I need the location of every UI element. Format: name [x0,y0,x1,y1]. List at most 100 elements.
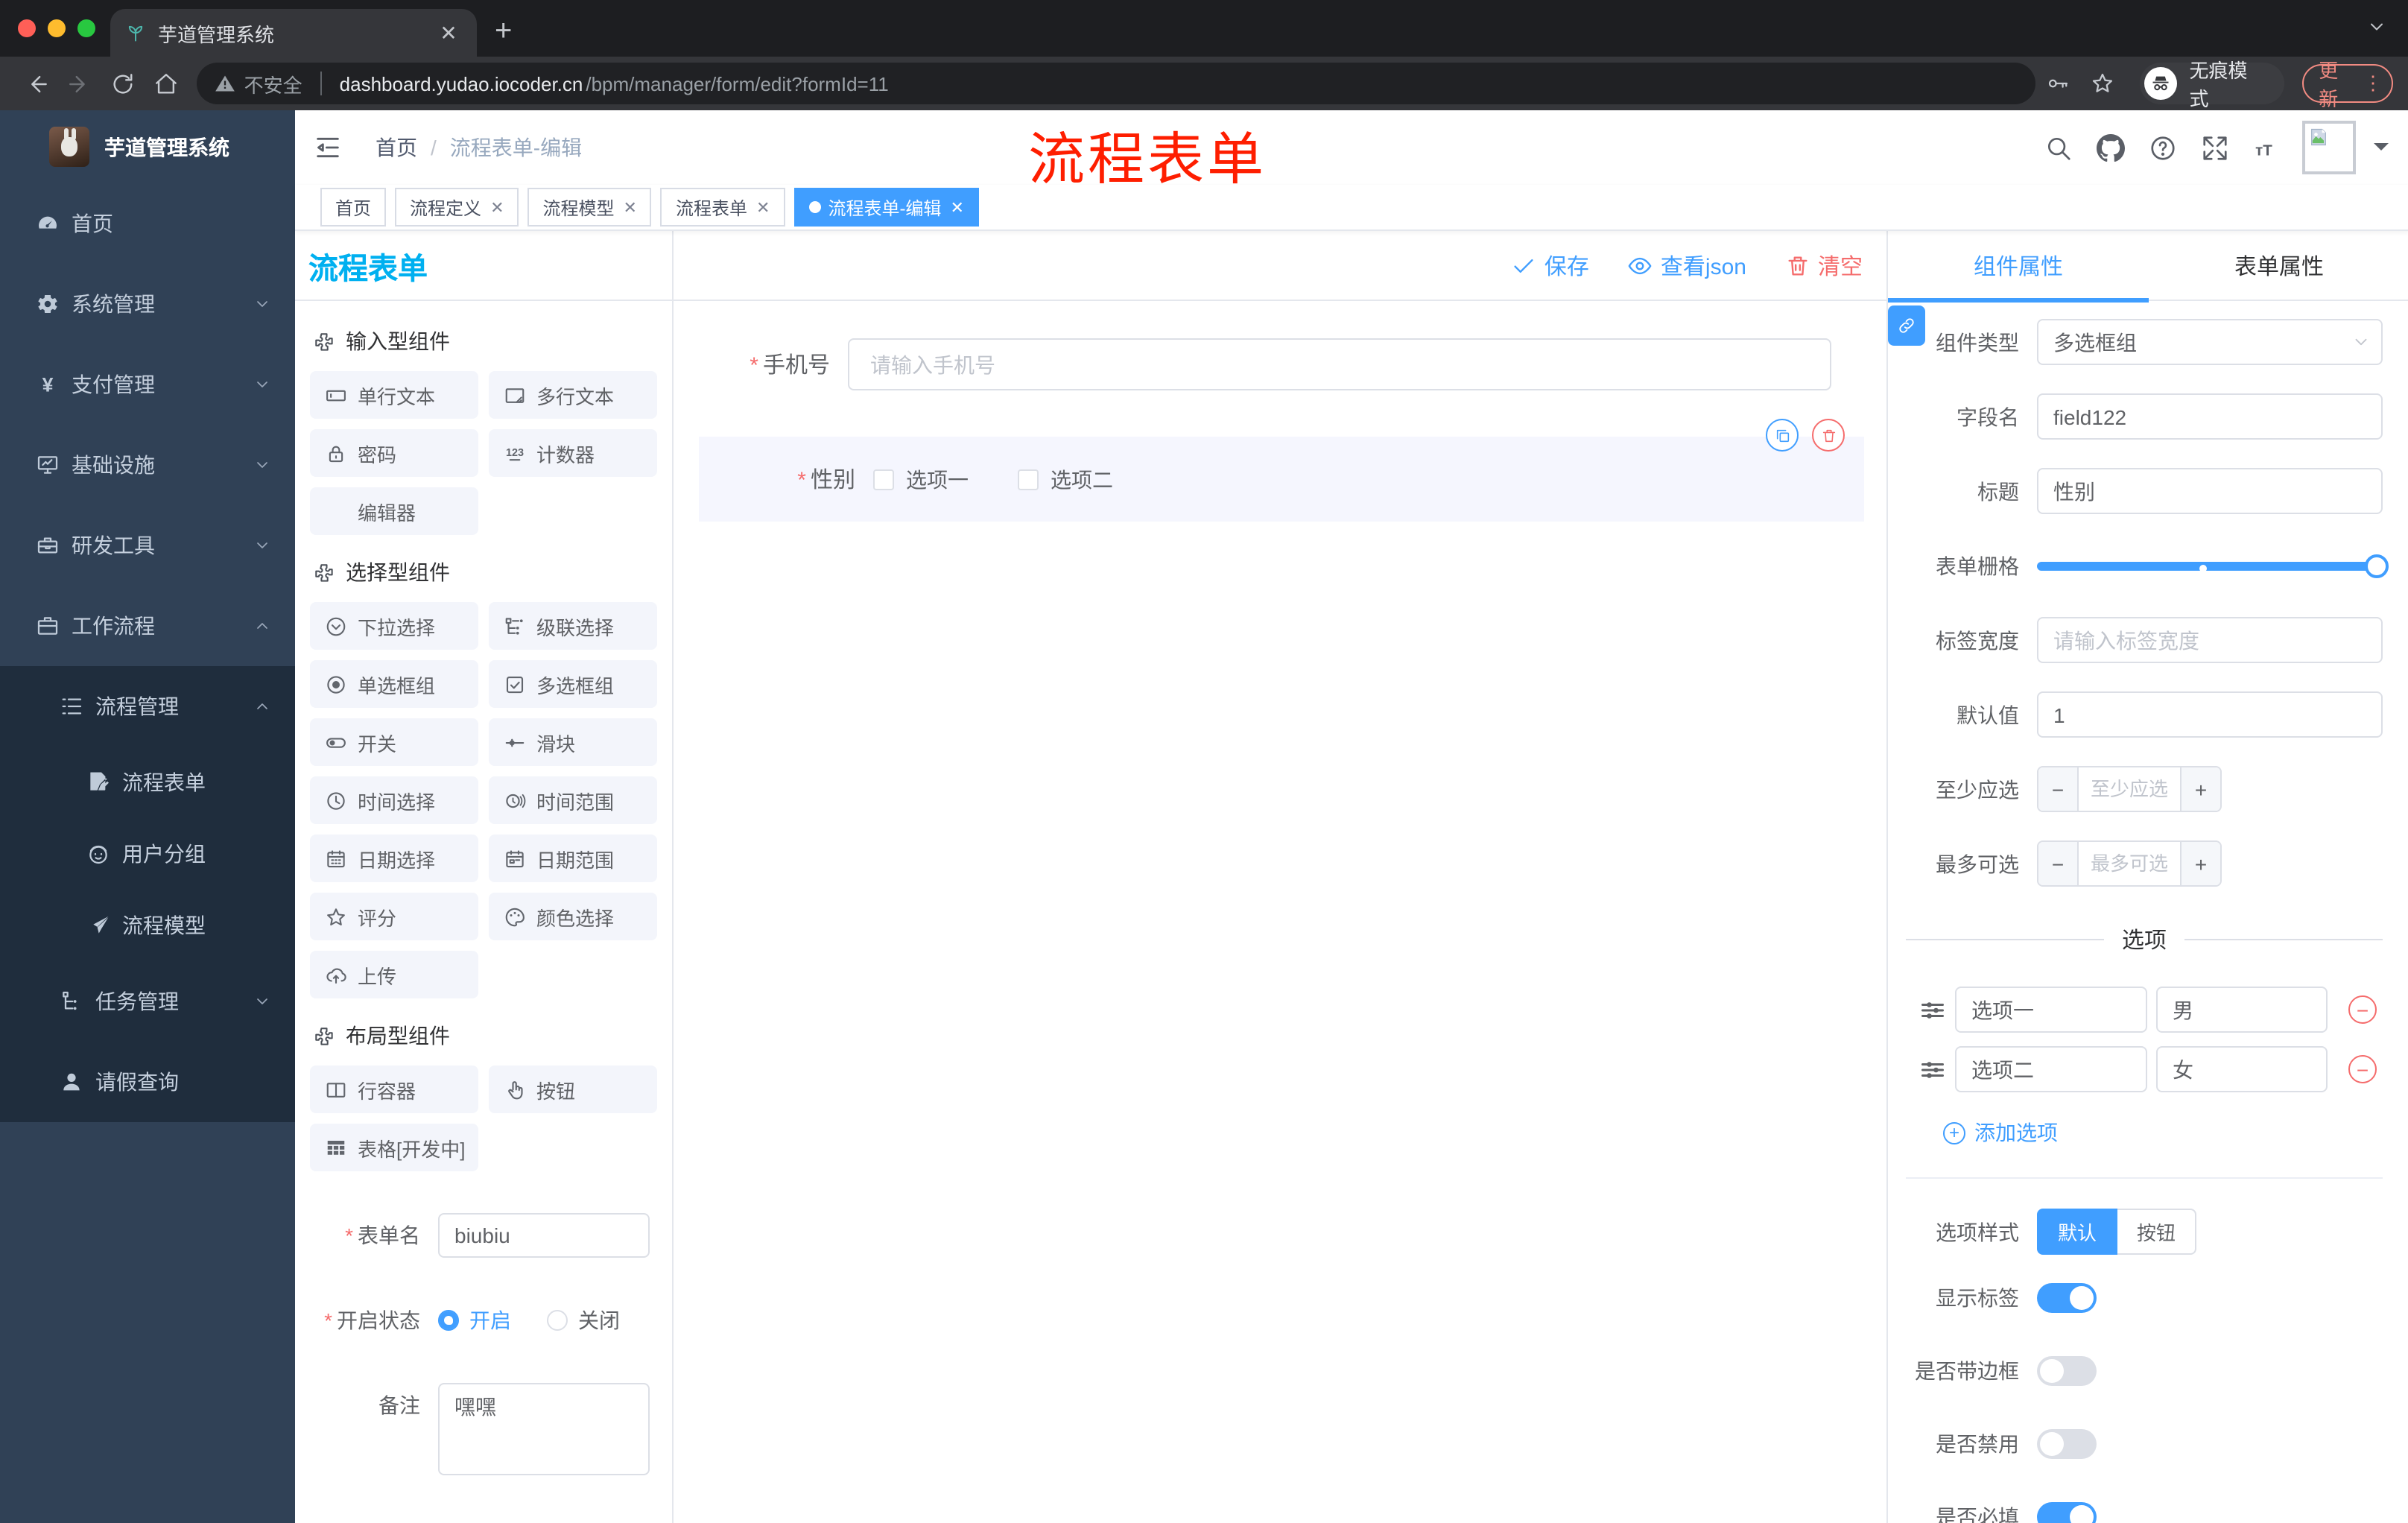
selected-gender-component[interactable]: 性别 选项一 选项二 [699,419,1864,522]
form-grid-slider[interactable] [2037,542,2389,589]
stepper-minus-button[interactable]: − [2038,767,2079,811]
component-pill[interactable]: 评分 [310,893,478,940]
sidebar-item-12[interactable]: 请假查询 [0,1042,295,1122]
home-icon[interactable] [153,71,179,96]
style-default-button[interactable]: 默认 [2037,1209,2117,1255]
back-icon[interactable] [24,71,49,96]
sidebar-item-11[interactable]: 任务管理 [0,961,295,1042]
component-pill[interactable]: 密码 [310,429,478,477]
option-name-input[interactable] [1955,1046,2147,1092]
stepper-plus-button[interactable]: + [2180,842,2220,885]
default-value-input[interactable] [2037,691,2383,738]
sidebar-item-5[interactable]: 研发工具 [0,505,295,586]
clear-button[interactable]: 清空 [1785,250,1863,281]
component-pill[interactable]: 单选框组 [310,660,478,708]
toggle-switch[interactable] [2037,1283,2097,1313]
tag-view-1[interactable]: 首页 [320,188,387,227]
component-pill[interactable]: 多行文本 [489,371,657,419]
chrome-update-button[interactable]: 更新 ⋮ [2302,60,2393,110]
font-size-icon[interactable]: тT [2253,133,2281,162]
option-name-input[interactable] [1955,987,2147,1033]
component-pill[interactable]: 按钮 [489,1066,657,1113]
max-select-input[interactable] [2079,842,2180,885]
min-select-input[interactable] [2079,767,2180,811]
component-pill[interactable]: 编辑器 [310,487,478,535]
slider-handle[interactable] [2365,554,2389,578]
component-pill[interactable]: 123 计数器 [489,429,657,477]
style-button-button[interactable]: 按钮 [2117,1209,2196,1255]
delete-component-button[interactable] [1812,419,1845,452]
save-button[interactable]: 保存 [1512,250,1589,281]
form-remark-textarea[interactable]: 嘿嘿 [438,1383,650,1475]
sidebar-item-9[interactable]: 用户分组 [0,818,295,890]
drag-handle-icon[interactable] [1919,1056,1946,1083]
label-width-input[interactable] [2037,617,2383,663]
component-pill[interactable]: 级联选择 [489,602,657,650]
sidebar-item-4[interactable]: 基础设施 [0,425,295,505]
window-controls[interactable] [18,19,95,37]
component-pill[interactable]: 行容器 [310,1066,478,1113]
password-key-icon[interactable] [2047,72,2070,95]
phone-field-input[interactable] [848,338,1831,390]
title-input[interactable] [2037,468,2383,514]
search-icon[interactable] [2044,133,2073,162]
toggle-switch[interactable] [2037,1356,2097,1386]
tag-view-5[interactable]: 流程表单-编辑 ✕ [793,188,979,227]
component-pill[interactable]: 日期选择 [310,835,478,882]
component-pill[interactable]: 多选框组 [489,660,657,708]
drag-handle-icon[interactable] [1919,996,1946,1023]
sidebar-item-1[interactable]: 首页 [0,183,295,264]
sidebar-item-2[interactable]: 系统管理 [0,264,295,344]
gender-option-checkbox[interactable]: 选项一 [873,464,969,494]
remove-option-button[interactable]: − [2348,1055,2377,1083]
component-pill[interactable]: 时间范围 [489,776,657,824]
minimize-window-button[interactable] [48,19,66,37]
reload-icon[interactable] [110,71,136,96]
phone-field-row[interactable]: 手机号 [699,338,1864,390]
option-value-input[interactable] [2156,987,2328,1033]
tab-close-icon[interactable]: ✕ [435,20,462,45]
component-pill[interactable]: 时间选择 [310,776,478,824]
toggle-switch[interactable] [2037,1429,2097,1459]
component-pill[interactable]: 上传 [310,951,478,998]
tag-view-3[interactable]: 流程模型 ✕ [527,188,652,227]
sidebar-item-6[interactable]: 工作流程 [0,586,295,666]
copy-component-button[interactable] [1766,419,1799,452]
avatar[interactable] [2302,121,2356,174]
toggle-switch[interactable] [2037,1502,2097,1523]
drawer-handle[interactable] [1888,305,1925,346]
view-json-button[interactable]: 查看json [1628,250,1746,281]
browser-menu-icon[interactable]: ⋮ [2363,73,2383,92]
tab-component-props[interactable]: 组件属性 [1888,231,2149,303]
form-name-input[interactable] [438,1213,650,1258]
stepper-minus-button[interactable]: − [2038,842,2079,885]
tag-close-icon[interactable]: ✕ [490,197,504,217]
tag-view-4[interactable]: 流程表单 ✕ [660,188,785,227]
forward-icon[interactable] [67,71,92,96]
bookmark-star-icon[interactable] [2091,72,2115,95]
browser-tab[interactable]: 芋道管理系统 ✕ [110,9,477,57]
tag-close-icon[interactable]: ✕ [950,197,963,217]
component-pill[interactable]: 日期范围 [489,835,657,882]
component-pill[interactable]: 单行文本 [310,371,478,419]
tag-close-icon[interactable]: ✕ [624,197,637,217]
remove-option-button[interactable]: − [2348,995,2377,1024]
tag-view-2[interactable]: 流程定义 ✕ [395,188,519,227]
field-name-input[interactable] [2037,393,2383,440]
fullscreen-icon[interactable] [2201,133,2229,162]
sidebar-item-8[interactable]: 流程表单 [0,747,295,818]
stepper-plus-button[interactable]: + [2180,767,2220,811]
status-on-radio[interactable]: 开启 [438,1305,511,1335]
component-type-select[interactable]: 多选框组 [2037,319,2383,365]
component-pill[interactable]: 颜色选择 [489,893,657,940]
breadcrumb-home[interactable]: 首页 [376,133,417,162]
sidebar-item-7[interactable]: 流程管理 [0,666,295,747]
component-pill[interactable]: 下拉选择 [310,602,478,650]
sidebar-item-3[interactable]: ¥ 支付管理 [0,344,295,425]
add-option-button[interactable]: + 添加选项 [1943,1118,2383,1147]
new-tab-button[interactable]: + [495,12,512,51]
sidebar-item-10[interactable]: 流程模型 [0,890,295,961]
component-pill[interactable]: 滑块 [489,718,657,766]
component-pill[interactable]: 开关 [310,718,478,766]
close-window-button[interactable] [18,19,36,37]
